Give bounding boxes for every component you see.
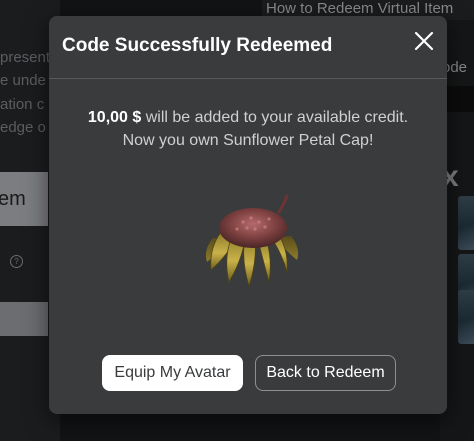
equip-avatar-button[interactable]: Equip My Avatar [102, 355, 243, 391]
background-text-line: present [0, 49, 51, 66]
background-redeem-button [0, 302, 48, 336]
sunflower-petal-cap-image [205, 194, 299, 288]
background-thumbnail [458, 196, 474, 250]
message-line-1: 10,00 $ will be added to your available … [49, 106, 447, 129]
close-button[interactable] [413, 30, 435, 52]
modal-title: Code Successfully Redeemed [62, 35, 333, 56]
back-to-redeem-button[interactable]: Back to Redeem [255, 355, 396, 391]
message-line-1-text: will be added to your available credit. [141, 109, 409, 126]
redeem-success-modal: Code Successfully Redeemed 10,00 $ will … [49, 16, 447, 414]
modal-divider [49, 78, 447, 79]
background-code-input: em [0, 172, 48, 226]
background-text-line: edge o [0, 119, 46, 136]
background-text-line: e unde [0, 72, 46, 89]
help-icon: ? [10, 255, 23, 268]
credit-amount: 10,00 $ [87, 109, 142, 126]
message-line-2: Now you own Sunflower Petal Cap! [122, 132, 374, 149]
background-text-line: ation c [0, 96, 45, 113]
close-icon [414, 31, 434, 51]
background-thumbnail [458, 290, 474, 344]
redeem-message: 10,00 $ will be added to your available … [49, 106, 447, 152]
